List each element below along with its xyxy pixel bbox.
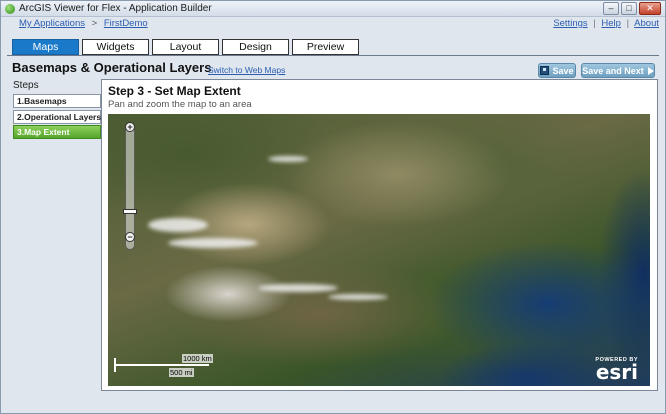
steps-title: Steps bbox=[13, 80, 39, 91]
map-view[interactable]: + − 1000 km 500 mi POWERED BY esri bbox=[108, 114, 650, 386]
step-heading: Step 3 - Set Map Extent bbox=[108, 84, 241, 98]
tab-preview[interactable]: Preview bbox=[292, 39, 359, 55]
terrain-snow bbox=[268, 156, 308, 162]
save-icon bbox=[540, 66, 550, 75]
scale-bar: 1000 km 500 mi bbox=[114, 350, 214, 380]
main-tabs: Maps Widgets Layout Design Preview bbox=[12, 39, 359, 55]
help-link[interactable]: Help bbox=[601, 18, 621, 29]
scale-mi-label: 500 mi bbox=[169, 368, 194, 377]
tab-divider bbox=[7, 55, 659, 56]
zoom-in-button[interactable]: + bbox=[125, 122, 135, 132]
save-and-next-label: Save and Next bbox=[582, 65, 644, 76]
page-title: Basemaps & Operational Layers bbox=[12, 60, 212, 75]
minimize-button[interactable]: – bbox=[603, 2, 619, 15]
breadcrumb-my-applications[interactable]: My Applications bbox=[19, 18, 85, 29]
app-window: ArcGIS Viewer for Flex - Application Bui… bbox=[0, 0, 666, 414]
step-operational-layers[interactable]: 2.Operational Layers bbox=[13, 110, 101, 124]
window-title: ArcGIS Viewer for Flex - Application Bui… bbox=[19, 3, 212, 14]
terrain-snow bbox=[258, 284, 338, 292]
breadcrumb-current-app[interactable]: FirstDemo bbox=[104, 18, 148, 29]
terrain-snow bbox=[148, 218, 208, 232]
scale-line bbox=[114, 364, 209, 366]
breadcrumb-separator: > bbox=[91, 18, 98, 29]
settings-link[interactable]: Settings bbox=[553, 18, 587, 29]
top-links: Settings | Help | About bbox=[553, 18, 659, 29]
step-basemaps[interactable]: 1.Basemaps bbox=[13, 94, 101, 108]
top-bar: My Applications > FirstDemo Settings | H… bbox=[1, 18, 665, 32]
switch-to-web-maps-link[interactable]: Switch to Web Maps bbox=[208, 65, 285, 75]
arrow-right-icon bbox=[647, 66, 654, 75]
scale-tick bbox=[114, 358, 116, 372]
content-panel: Step 3 - Set Map Extent Pan and zoom the… bbox=[101, 79, 658, 391]
window-controls: – □ ✕ bbox=[603, 2, 661, 15]
tab-widgets[interactable]: Widgets bbox=[82, 39, 149, 55]
terrain-snow bbox=[328, 294, 388, 300]
esri-logo: POWERED BY esri bbox=[595, 357, 638, 384]
esri-wordmark: esri bbox=[595, 360, 638, 384]
app-icon bbox=[5, 4, 15, 14]
breadcrumb: My Applications > FirstDemo bbox=[19, 18, 148, 29]
tab-design[interactable]: Design bbox=[222, 39, 289, 55]
scale-km-label: 1000 km bbox=[182, 354, 213, 363]
about-link[interactable]: About bbox=[634, 18, 659, 29]
step-map-extent[interactable]: 3.Map Extent bbox=[13, 125, 101, 139]
save-button-label: Save bbox=[552, 65, 574, 76]
zoom-out-button[interactable]: − bbox=[125, 232, 135, 242]
title-bar: ArcGIS Viewer for Flex - Application Bui… bbox=[1, 1, 665, 17]
tab-layout[interactable]: Layout bbox=[152, 39, 219, 55]
zoom-slider-handle[interactable] bbox=[123, 209, 137, 214]
maximize-button[interactable]: □ bbox=[621, 2, 637, 15]
link-separator: | bbox=[593, 18, 596, 29]
terrain-snow bbox=[168, 238, 258, 248]
link-separator: | bbox=[626, 18, 630, 29]
tab-maps[interactable]: Maps bbox=[12, 39, 79, 55]
save-and-next-button[interactable]: Save and Next bbox=[581, 63, 655, 78]
close-button[interactable]: ✕ bbox=[639, 2, 661, 15]
step-subheading: Pan and zoom the map to an area bbox=[108, 99, 252, 110]
save-button[interactable]: Save bbox=[538, 63, 576, 78]
